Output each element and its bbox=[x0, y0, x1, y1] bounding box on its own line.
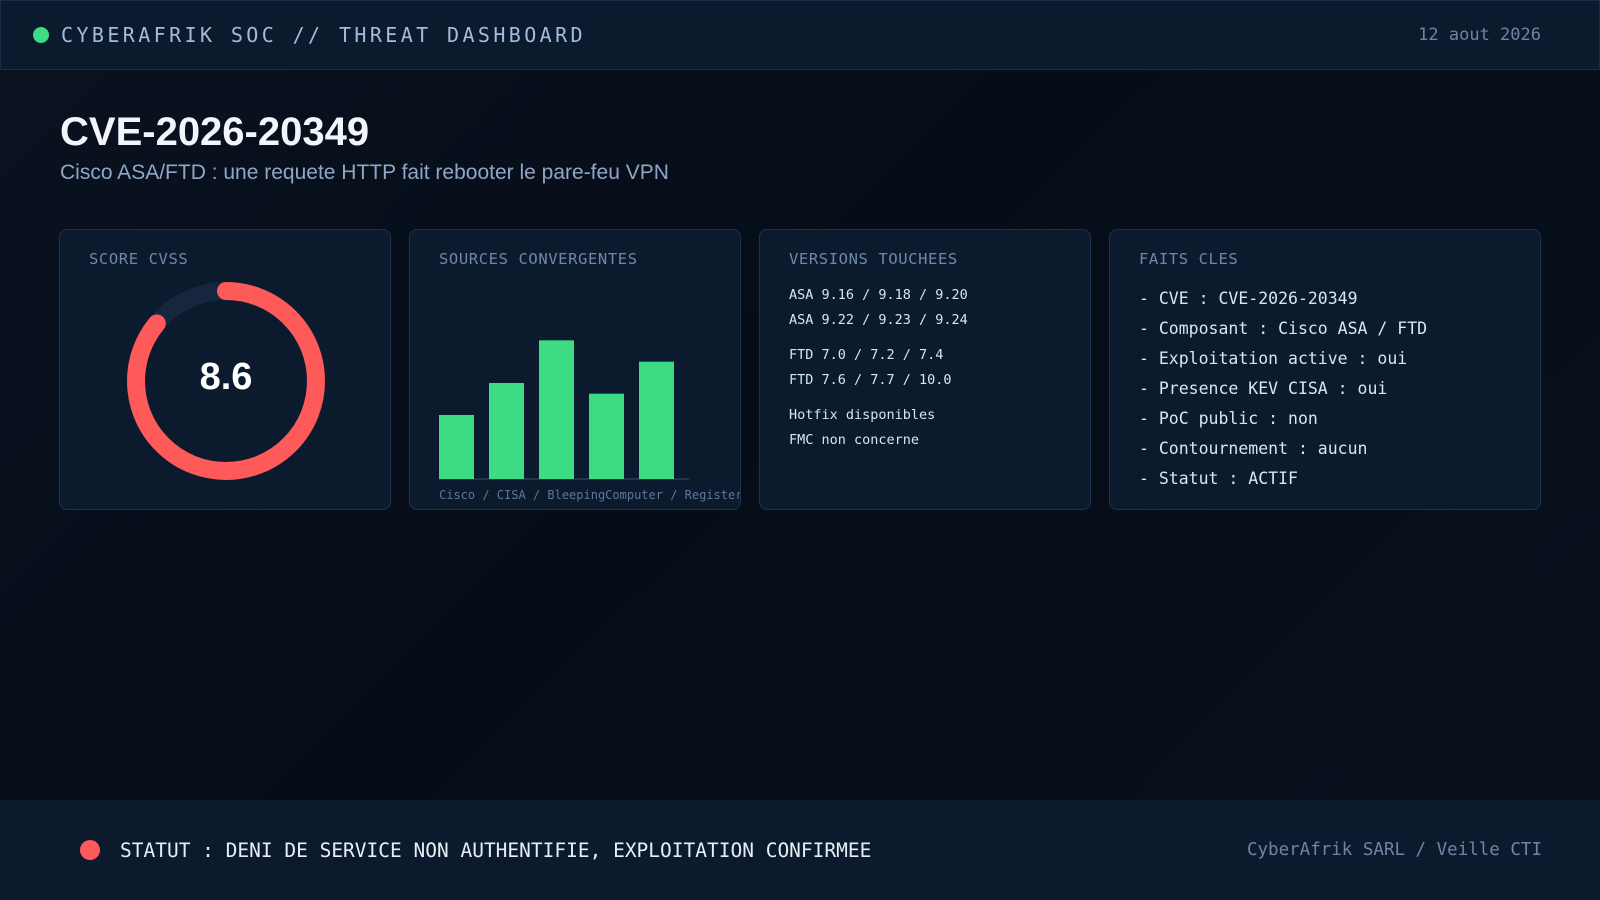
fact-line: - Composant : Cisco ASA / FTD bbox=[1139, 319, 1428, 338]
fact-line: - CVE : CVE-2026-20349 bbox=[1139, 289, 1358, 308]
alert-status-dot bbox=[80, 840, 100, 860]
cve-subtitle: Cisco ASA/FTD : une requete HTTP fait re… bbox=[60, 161, 669, 184]
fact-line: - Presence KEV CISA : oui bbox=[1139, 379, 1388, 398]
cvss-score-card: SCORE CVSS 8.6 bbox=[59, 229, 391, 510]
brand: CYBERAFRIK SOC // THREAT DASHBOARD bbox=[33, 23, 586, 47]
fact-line: - PoC public : non bbox=[1139, 409, 1318, 428]
status-banner: STATUT : DENI DE SERVICE NON AUTHENTIFIE… bbox=[80, 839, 871, 862]
report-date: 12 aout 2026 bbox=[1418, 25, 1541, 45]
version-line: FMC non concerne bbox=[789, 432, 920, 448]
fact-line: - Exploitation active : oui bbox=[1139, 349, 1408, 368]
top-bar: CYBERAFRIK SOC // THREAT DASHBOARD 12 ao… bbox=[0, 0, 1600, 70]
sources-bar-chart bbox=[439, 340, 689, 480]
footer-credit: CyberAfrik SARL / Veille CTI bbox=[1246, 840, 1542, 860]
version-line: FTD 7.6 / 7.7 / 10.0 bbox=[789, 372, 952, 388]
source-bar bbox=[589, 393, 624, 479]
versions-card-label: VERSIONS TOUCHEES bbox=[789, 250, 958, 268]
cvss-score-value: 8.6 bbox=[199, 356, 253, 398]
status-indicator-dot bbox=[33, 27, 49, 43]
source-bar bbox=[539, 340, 574, 479]
facts-card-label: FAITS CLES bbox=[1139, 250, 1239, 268]
version-line: FTD 7.0 / 7.2 / 7.4 bbox=[789, 347, 944, 363]
version-line: ASA 9.22 / 9.23 / 9.24 bbox=[789, 312, 968, 328]
version-line: Hotfix disponibles bbox=[789, 407, 936, 423]
key-facts-card: FAITS CLES - CVE : CVE-2026-20349 - Comp… bbox=[1109, 229, 1541, 510]
fact-line: - Contournement : aucun bbox=[1139, 439, 1368, 458]
fact-line: - Statut : ACTIF bbox=[1139, 469, 1298, 488]
dashboard-title: CYBERAFRIK SOC // THREAT DASHBOARD bbox=[61, 23, 586, 47]
version-line: ASA 9.16 / 9.18 / 9.20 bbox=[789, 287, 968, 303]
sources-card: SOURCES CONVERGENTES Cisco / CISA / Blee… bbox=[409, 229, 741, 510]
sources-caption: Cisco / CISA / BleepingComputer / Regist… bbox=[439, 488, 741, 502]
status-footer: STATUT : DENI DE SERVICE NON AUTHENTIFIE… bbox=[0, 800, 1600, 900]
source-bar bbox=[639, 361, 674, 479]
source-bar bbox=[489, 383, 524, 479]
source-bar bbox=[439, 415, 474, 479]
status-text: STATUT : DENI DE SERVICE NON AUTHENTIFIE… bbox=[120, 838, 872, 862]
cve-title: CVE-2026-20349 bbox=[60, 110, 370, 154]
affected-versions-card: VERSIONS TOUCHEES ASA 9.16 / 9.18 / 9.20… bbox=[759, 229, 1091, 510]
